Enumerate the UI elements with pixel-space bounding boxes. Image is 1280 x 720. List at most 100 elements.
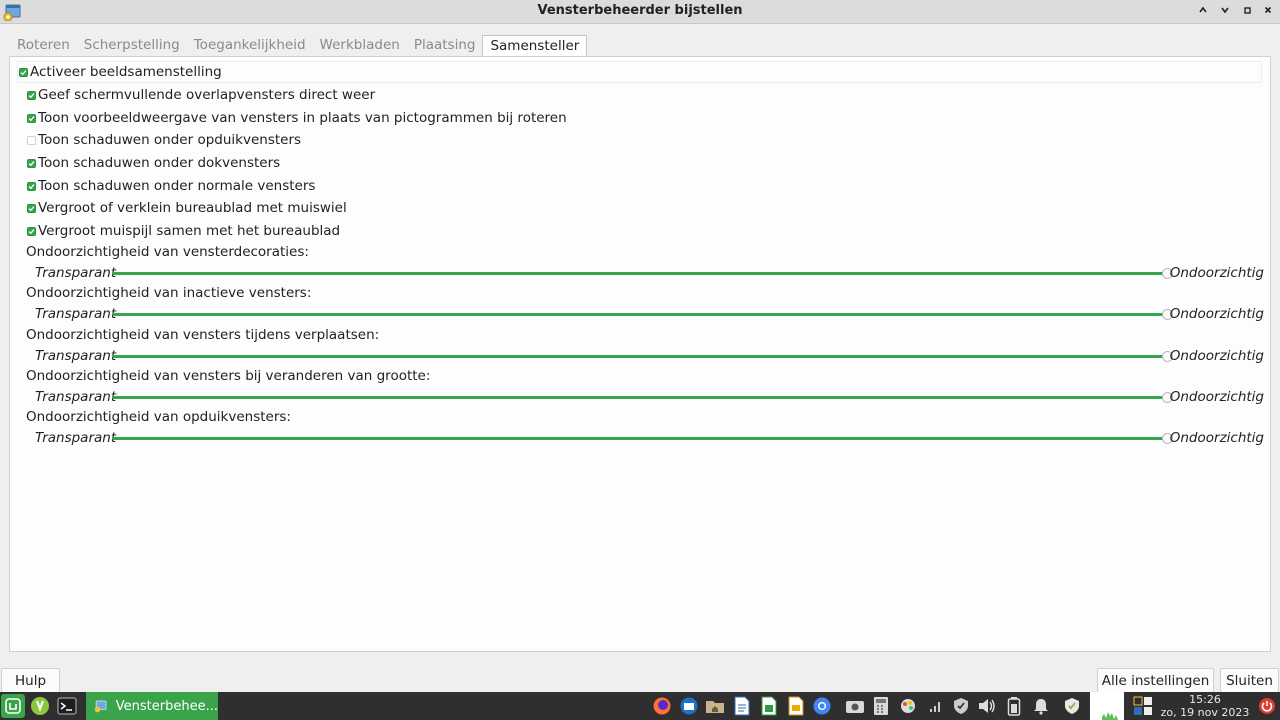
bell-icon (1034, 699, 1048, 715)
option-dock-shadows[interactable]: Toon schaduwen onder dokvensters (27, 153, 280, 173)
slider-popups[interactable]: Transparant Ondoorzichtig (26, 430, 1264, 448)
palette-icon (901, 699, 915, 713)
option-label: Toon schaduwen onder normale vensters (38, 178, 316, 194)
power-icon (1259, 698, 1275, 714)
slider-track[interactable] (112, 355, 1168, 358)
slider-min-label: Transparant (35, 348, 117, 364)
battery-status[interactable] (1002, 694, 1026, 718)
firefox-icon (653, 697, 671, 715)
calc-launcher[interactable] (757, 694, 781, 718)
calculator-icon (874, 697, 888, 715)
system-monitor-graph[interactable] (1090, 692, 1124, 720)
slider-min-label: Transparant (35, 306, 117, 322)
workspace-switcher[interactable] (1131, 694, 1155, 718)
checkbox-checked-icon[interactable] (27, 226, 36, 236)
notifications-button[interactable] (1029, 694, 1053, 718)
window-title: Vensterbeheerder bijstellen (537, 3, 743, 18)
checkbox-checked-icon[interactable] (27, 158, 36, 168)
slider-max-label: Ondoorzichtig (1169, 430, 1264, 446)
screenshot-launcher[interactable] (843, 694, 867, 718)
cpu-graph-icon (1102, 712, 1118, 720)
taskbar-window-button[interactable]: Vensterbehee... (86, 692, 218, 720)
tab-werkbladen[interactable]: Werkbladen (313, 35, 407, 57)
slider-label-moving: Ondoorzichtigheid van vensters tijdens v… (26, 327, 380, 343)
tab-samensteller[interactable]: Samensteller (482, 35, 588, 57)
slider-label-popups: Ondoorzichtigheid van opduikvensters: (26, 409, 291, 425)
checkbox-checked-icon[interactable] (27, 181, 36, 191)
option-label: Vergroot of verklein bureaublad met muis… (38, 200, 347, 216)
minimize-button[interactable] (1193, 2, 1213, 22)
slider-label-inactive: Ondoorzichtigheid van inactieve vensters… (26, 285, 312, 301)
option-window-previews[interactable]: Toon voorbeeldweergave van vensters in p… (27, 108, 567, 128)
volume-icon (979, 699, 995, 713)
slider-moving[interactable]: Transparant Ondoorzichtig (26, 348, 1264, 366)
volume-control[interactable] (975, 694, 999, 718)
terminal-icon (57, 697, 77, 715)
slider-max-label: Ondoorzichtig (1169, 306, 1264, 322)
checkbox-checked-icon[interactable] (19, 67, 28, 77)
all-settings-button[interactable]: Alle instellingen (1097, 668, 1214, 693)
tab-toegankelijkheid[interactable]: Toegankelijkheid (187, 35, 313, 57)
close-button[interactable] (1258, 2, 1278, 22)
chevron-down-icon (1221, 7, 1229, 14)
slider-track[interactable] (112, 396, 1168, 399)
terminal-launcher[interactable] (55, 694, 79, 718)
mint-menu-icon (5, 698, 21, 714)
slider-decorations[interactable]: Transparant Ondoorzichtig (26, 265, 1264, 283)
mintupdate-launcher[interactable] (28, 694, 52, 718)
clock-date: zo, 19 nov 2023 (1160, 706, 1250, 719)
slider-max-label: Ondoorzichtig (1169, 389, 1264, 405)
maximize-icon (1244, 7, 1251, 14)
update-manager-tray[interactable] (1060, 694, 1084, 718)
files-launcher[interactable] (703, 694, 727, 718)
close-dialog-button[interactable]: Sluiten (1220, 668, 1279, 693)
menu-button[interactable] (1, 694, 25, 718)
option-normal-shadows[interactable]: Toon schaduwen onder normale vensters (27, 176, 315, 196)
window-titlebar[interactable]: Vensterbeheerder bijstellen (0, 0, 1280, 24)
close-icon (1264, 6, 1272, 14)
settings-app-icon (94, 700, 107, 713)
chromium-launcher[interactable] (810, 694, 834, 718)
option-zoom-pointer[interactable]: Vergroot muispijl samen met het bureaubl… (27, 221, 340, 241)
presentation-icon (788, 696, 804, 716)
signal-icon (930, 702, 940, 712)
slider-min-label: Transparant (35, 389, 117, 405)
clock[interactable]: 15:26 zo, 19 nov 2023 (1158, 692, 1252, 720)
option-zoom-mousewheel[interactable]: Vergroot of verklein bureaublad met muis… (27, 198, 347, 218)
option-label: Toon voorbeeldweergave van vensters in p… (38, 110, 567, 126)
battery-icon (1007, 697, 1021, 716)
slider-track[interactable] (112, 437, 1168, 440)
minimize-window-button[interactable] (1215, 2, 1235, 22)
network-status[interactable] (923, 694, 947, 718)
color-picker-launcher[interactable] (896, 694, 920, 718)
slider-resizing[interactable]: Transparant Ondoorzichtig (26, 389, 1264, 407)
maximize-button[interactable] (1237, 2, 1257, 22)
checkbox-unchecked-icon[interactable] (27, 135, 36, 145)
option-label: Vergroot muispijl samen met het bureaubl… (38, 223, 341, 239)
firefox-launcher[interactable] (650, 694, 674, 718)
slider-min-label: Transparant (35, 265, 117, 281)
slider-track[interactable] (112, 272, 1168, 275)
checkbox-checked-icon[interactable] (27, 203, 36, 213)
thunderbird-icon (680, 697, 698, 715)
tab-plaatsing[interactable]: Plaatsing (407, 35, 483, 57)
option-unredirect-fullscreen[interactable]: Geef schermvullende overlapvensters dire… (27, 85, 375, 105)
document-writer-icon (734, 696, 750, 716)
help-button[interactable]: Hulp (1, 668, 60, 693)
checkbox-checked-icon[interactable] (27, 90, 36, 100)
impress-launcher[interactable] (784, 694, 808, 718)
tab-scherpstelling[interactable]: Scherpstelling (77, 35, 187, 57)
writer-launcher[interactable] (730, 694, 754, 718)
slider-track[interactable] (112, 313, 1168, 316)
enable-compositing-row[interactable]: Activeer beeldsamenstelling (17, 61, 1262, 83)
shutdown-button[interactable] (1255, 694, 1279, 718)
taskbar-window-label: Vensterbehee... (115, 698, 218, 714)
option-popup-shadows[interactable]: Toon schaduwen onder opduikvensters (27, 130, 301, 150)
checkbox-checked-icon[interactable] (27, 113, 36, 123)
slider-inactive[interactable]: Transparant Ondoorzichtig (26, 306, 1264, 324)
enable-compositing-label: Activeer beeldsamenstelling (30, 64, 222, 80)
thunderbird-launcher[interactable] (677, 694, 701, 718)
tab-roteren[interactable]: Roteren (10, 35, 77, 57)
calculator-launcher[interactable] (869, 694, 893, 718)
security-status[interactable] (949, 694, 973, 718)
